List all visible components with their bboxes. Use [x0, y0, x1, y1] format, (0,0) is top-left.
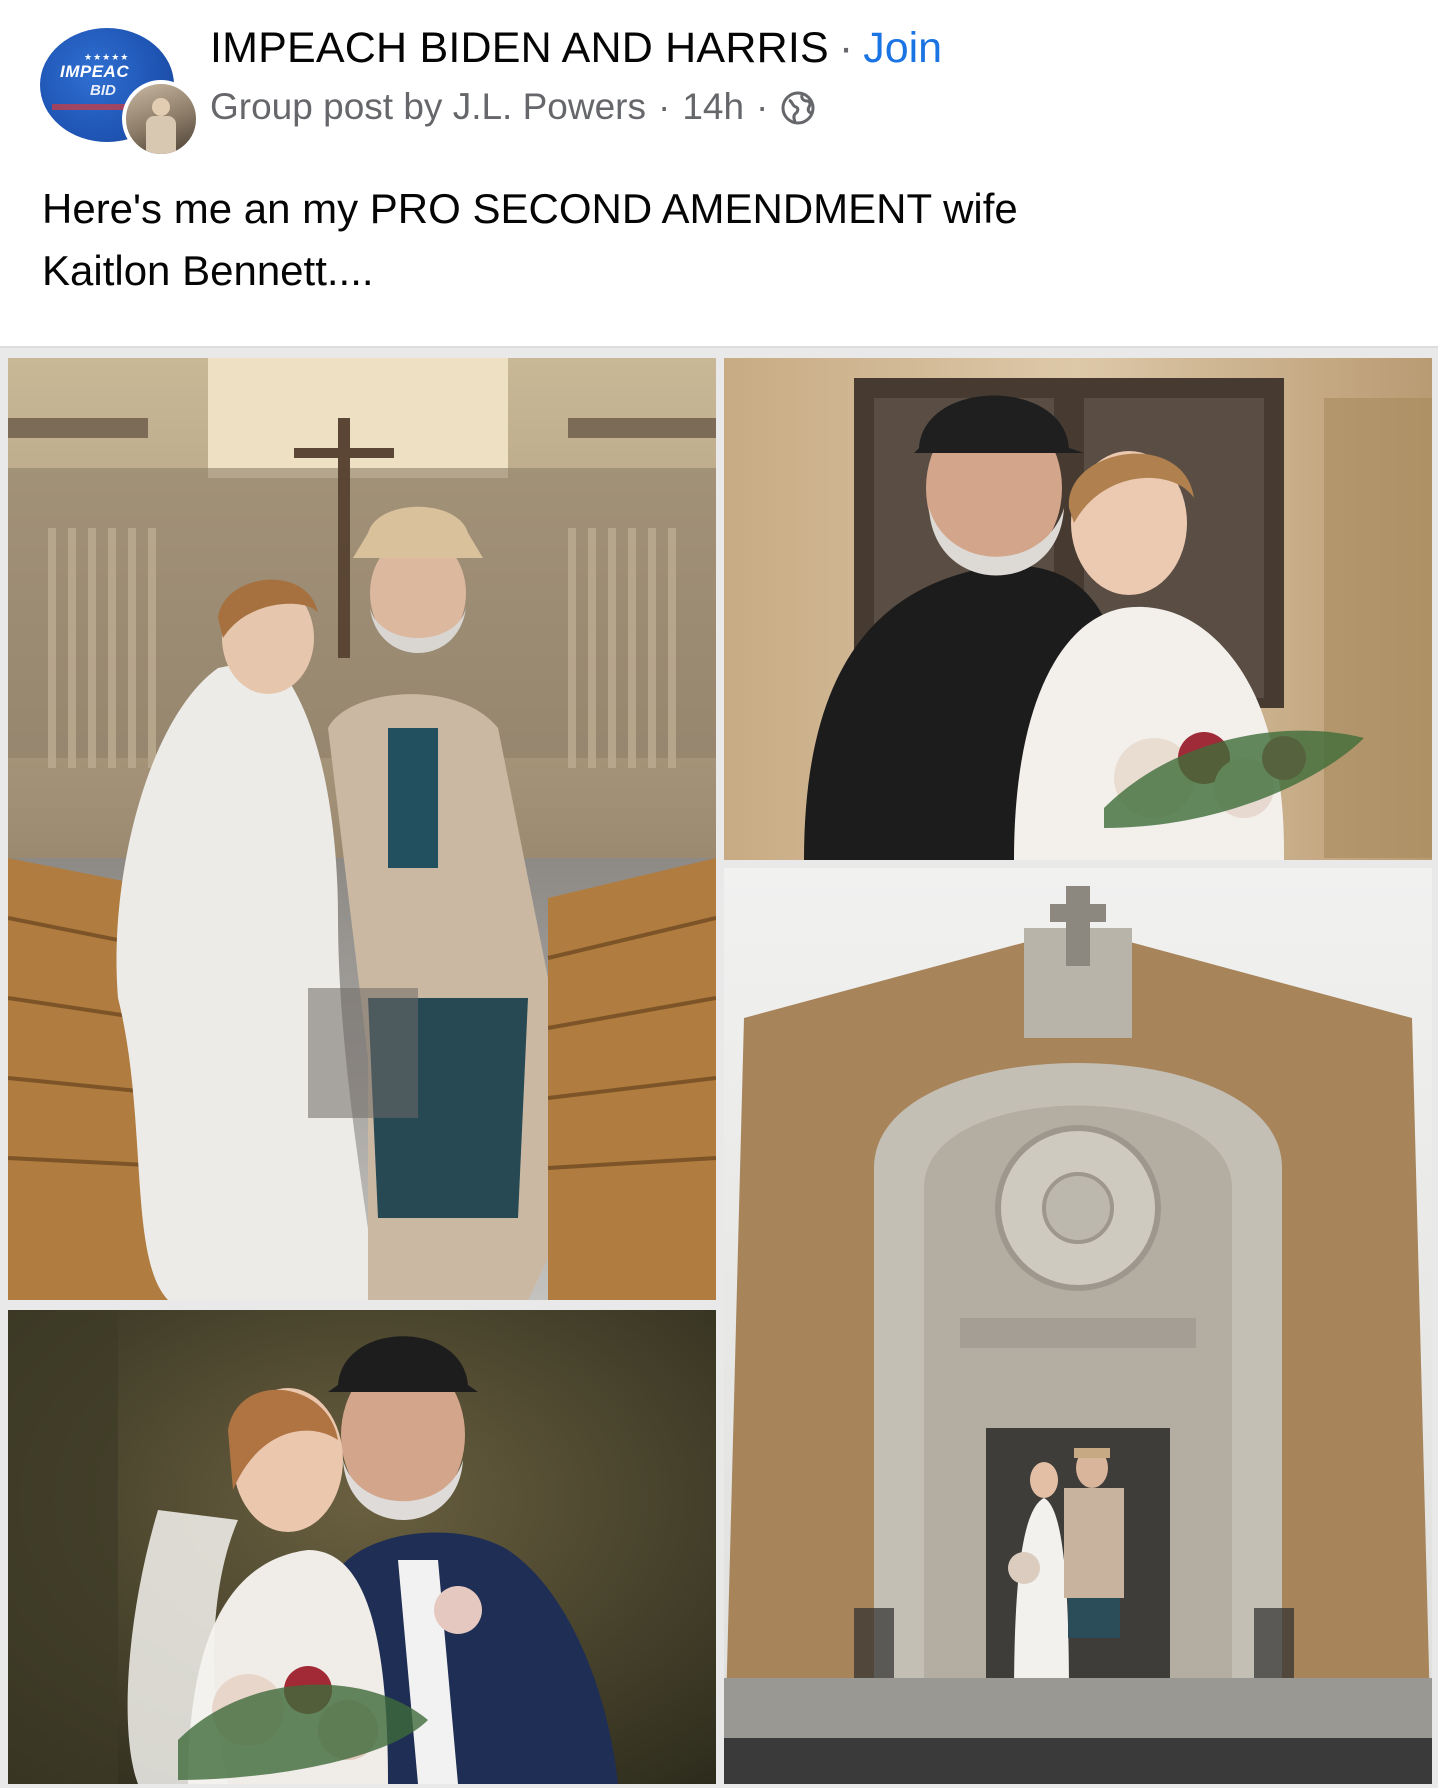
author-avatar-body: [146, 116, 176, 154]
join-button[interactable]: Join: [863, 24, 942, 72]
photo-couple-kiss[interactable]: [8, 1310, 716, 1784]
author-avatar-head: [152, 98, 170, 116]
photo-grid: [0, 346, 1438, 1788]
title-separator: ·: [838, 24, 854, 72]
group-avatar-text-line1: IMPEAC: [60, 62, 130, 81]
meta-prefix: Group post by: [210, 86, 443, 127]
facebook-post: ★★★★★ IMPEAC BID IMPEACH BIDEN AND HARRI…: [0, 0, 1438, 1788]
globe-icon[interactable]: [780, 89, 816, 125]
avatar-stack: ★★★★★ IMPEAC BID: [40, 28, 200, 158]
meta-separator-2: ·: [756, 86, 769, 127]
post-meta-row: Group post by J.L. Powers · 14h ·: [210, 82, 816, 132]
author-name-link[interactable]: J.L. Powers: [453, 82, 646, 132]
post-body-text: Here's me an my PRO SECOND AMENDMENT wif…: [42, 185, 1018, 294]
group-avatar-text-line2: BID: [90, 82, 116, 99]
photo-couple-outdoor[interactable]: [724, 358, 1432, 860]
meta-separator: ·: [657, 86, 671, 127]
post-timestamp-link[interactable]: 14h: [682, 82, 744, 132]
post-title-row: IMPEACH BIDEN AND HARRIS · Join: [210, 20, 942, 76]
photo-church-exterior[interactable]: [724, 868, 1432, 1784]
group-name-link[interactable]: IMPEACH BIDEN AND HARRIS: [210, 24, 829, 72]
post-header: ★★★★★ IMPEAC BID IMPEACH BIDEN AND HARRI…: [40, 20, 1400, 158]
photo-church-interior[interactable]: [8, 358, 716, 1300]
author-avatar[interactable]: [122, 80, 200, 158]
